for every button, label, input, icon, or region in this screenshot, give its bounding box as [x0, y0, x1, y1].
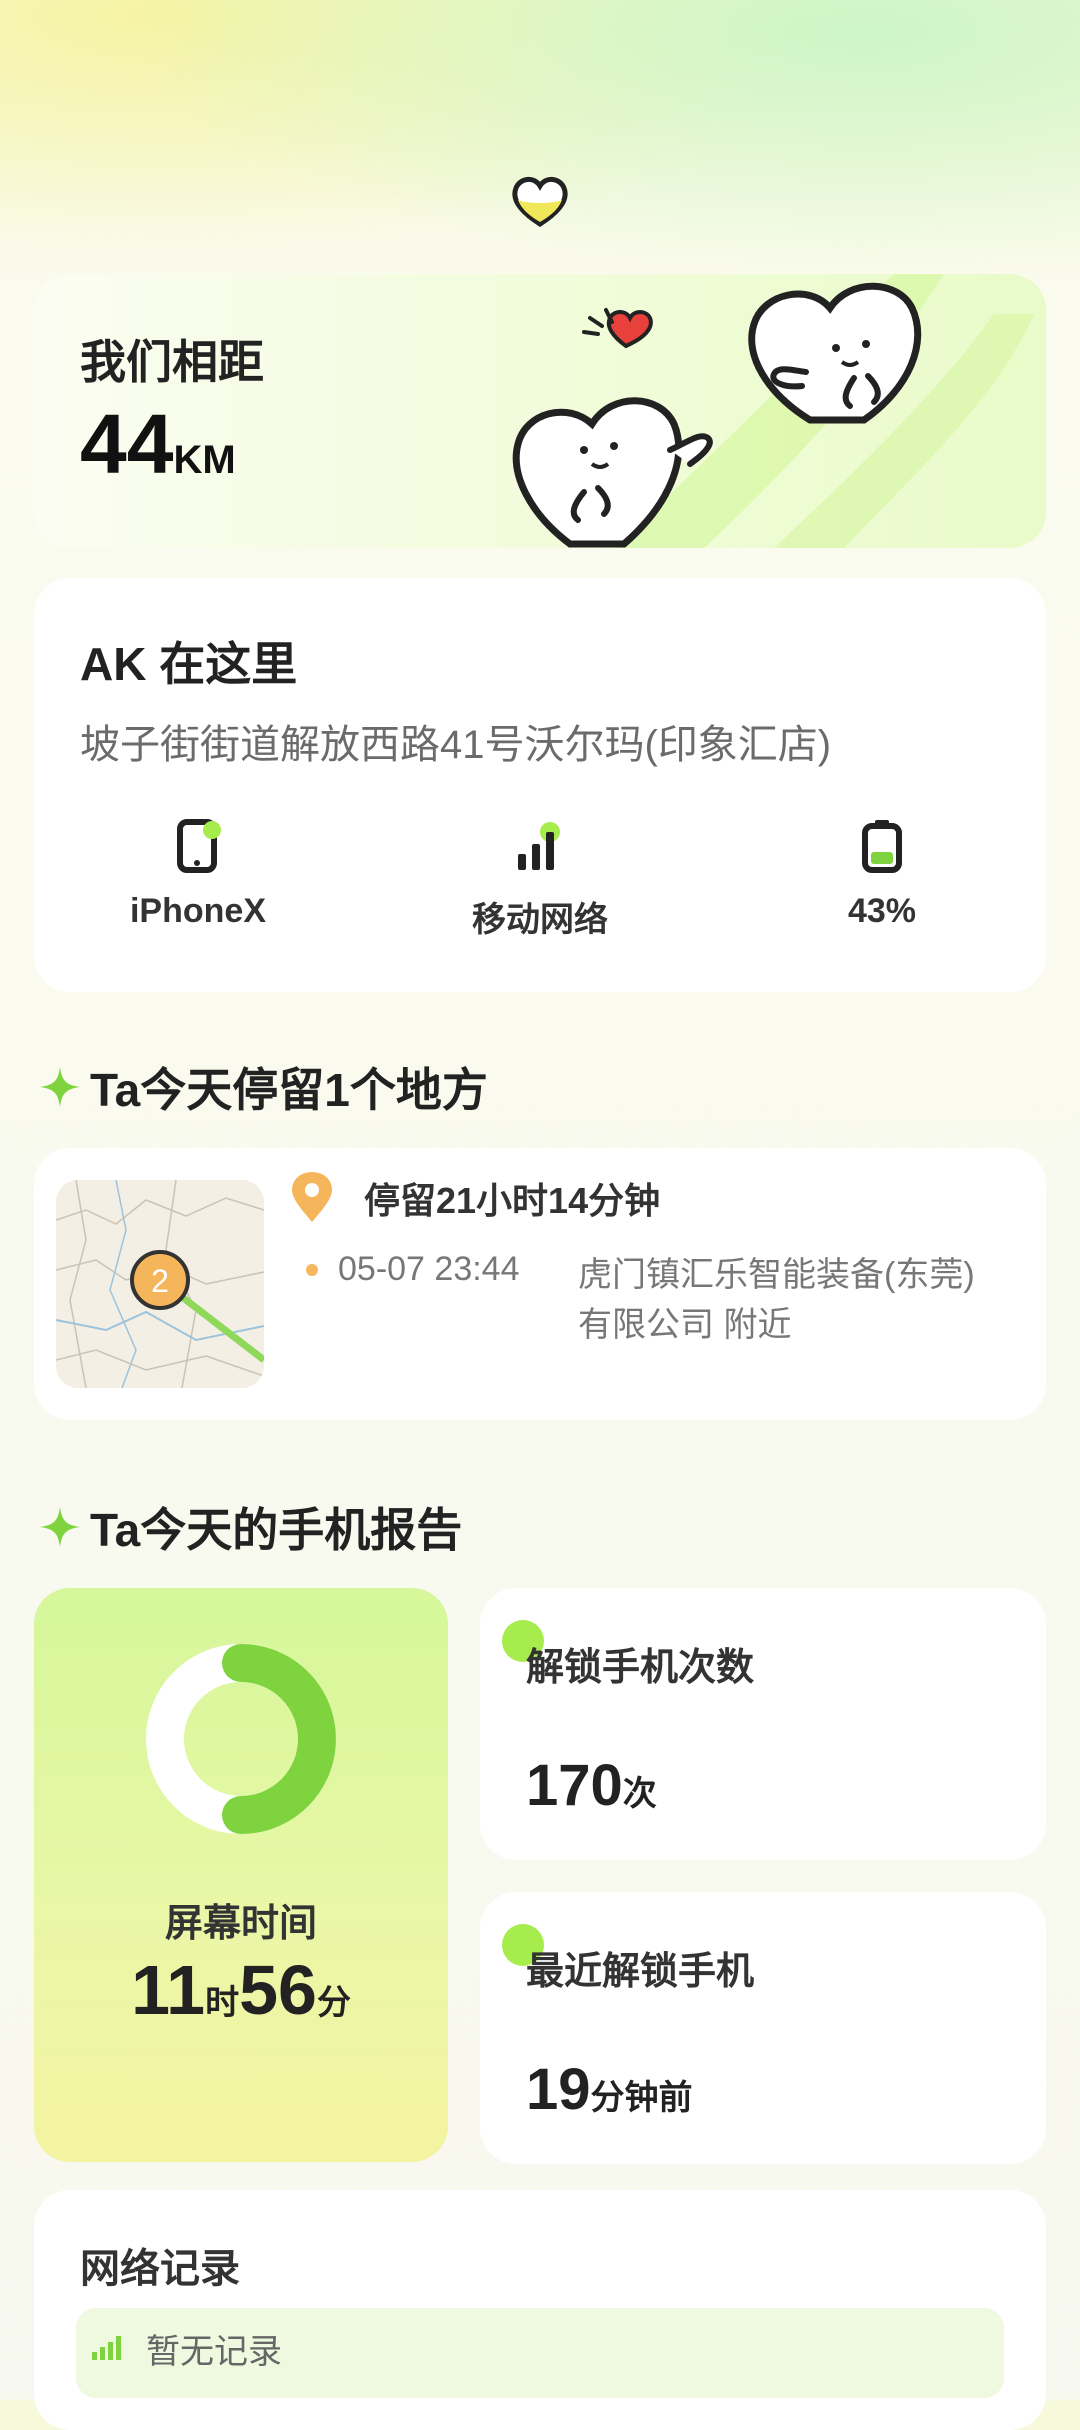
screen-time-value: 11时56分 [34, 1950, 448, 2030]
location-title: AK 在这里 [80, 638, 298, 690]
network-label: 移动网络 [472, 901, 608, 939]
map-thumbnail[interactable]: 2 [56, 1180, 264, 1388]
sparkle-icon [40, 1507, 80, 1547]
hugging-hearts-illustration [512, 274, 1034, 548]
network-log-card[interactable]: 网络记录 暂无记录 [34, 2190, 1046, 2430]
last-unlock-unit: 分钟前 [590, 2079, 693, 2117]
network-log-title: 网络记录 [80, 2247, 240, 2291]
screen-time-hours-unit: 时 [205, 1984, 240, 2022]
unlock-count-title: 解锁手机次数 [526, 1647, 755, 1689]
location-address: 坡子街街道解放西路41号沃尔玛(印象汇店) [80, 723, 832, 767]
map-marker-number: 2 [151, 1263, 169, 1299]
unlock-count-card[interactable]: 解锁手机次数 170次 [480, 1588, 1046, 1860]
stays-section-title: Ta今天停留1个地方 [38, 1054, 488, 1120]
last-unlock-number: 19 [526, 2057, 591, 2122]
distance-value: 44KM [80, 402, 236, 486]
stay-place: 虎门镇汇乐智能装备(东莞)有限公司 附近 [578, 1256, 975, 1344]
stays-title-text: Ta今天停留1个地方 [90, 1064, 488, 1116]
last-unlock-value: 19分钟前 [526, 2056, 693, 2123]
report-title-text: Ta今天的手机报告 [90, 1504, 463, 1556]
network-stat: 移动网络 [390, 818, 690, 941]
device-label: iPhoneX [129, 892, 267, 930]
screen-time-label: 屏幕时间 [164, 1903, 317, 1945]
location-pin-icon [292, 1172, 332, 1222]
screen-time-hours: 11 [131, 1951, 206, 2029]
distance-title: 我们相距 [80, 336, 264, 388]
distance-unit: KM [173, 438, 236, 482]
distance-number: 44 [80, 397, 174, 491]
unlock-count-value: 170次 [526, 1752, 657, 1819]
device-stat: iPhoneX [48, 818, 348, 931]
stay-duration: 停留21小时14分钟 [364, 1180, 661, 1221]
last-unlock-card[interactable]: 最近解锁手机 19分钟前 [480, 1892, 1046, 2164]
screen-time-minutes: 56 [239, 1951, 317, 2029]
signal-icon [518, 822, 560, 870]
top-background [0, 0, 1080, 320]
report-section-title: Ta今天的手机报告 [38, 1494, 462, 1560]
battery-icon [862, 820, 902, 873]
location-card[interactable]: AK 在这里 坡子街街道解放西路41号沃尔玛(印象汇店) iPhoneX 移动网… [34, 578, 1046, 992]
timeline-dot [306, 1264, 318, 1276]
signal-bars-icon [92, 2336, 121, 2360]
map-preview: 2 [56, 1180, 264, 1388]
screen-time-minutes-unit: 分 [316, 1984, 351, 2022]
network-log-empty: 暂无记录 [76, 2308, 1004, 2398]
sparkle-icon [40, 1067, 80, 1107]
battery-stat: 43% [732, 818, 1032, 931]
unlock-count-number: 170 [526, 1753, 623, 1818]
last-unlock-title: 最近解锁手机 [526, 1951, 755, 1993]
app-logo-heart-icon [512, 177, 568, 227]
network-log-empty-text: 暂无记录 [146, 2333, 282, 2371]
distance-card[interactable]: 我们相距 44KM [34, 274, 1046, 548]
phone-icon [177, 819, 221, 873]
stay-card[interactable]: 2 停留21小时14分钟 05-07 23:44 虎门镇汇乐智能装备(东莞)有限… [34, 1148, 1046, 1420]
screen-time-ring-fill [222, 1644, 336, 1834]
battery-label: 43% [847, 892, 917, 930]
screen-time-ring [146, 1644, 336, 1834]
screen-time-card[interactable]: 屏幕时间 11时56分 [34, 1588, 448, 2162]
unlock-count-unit: 次 [622, 1775, 657, 1813]
stay-time: 05-07 23:44 [338, 1250, 520, 1288]
